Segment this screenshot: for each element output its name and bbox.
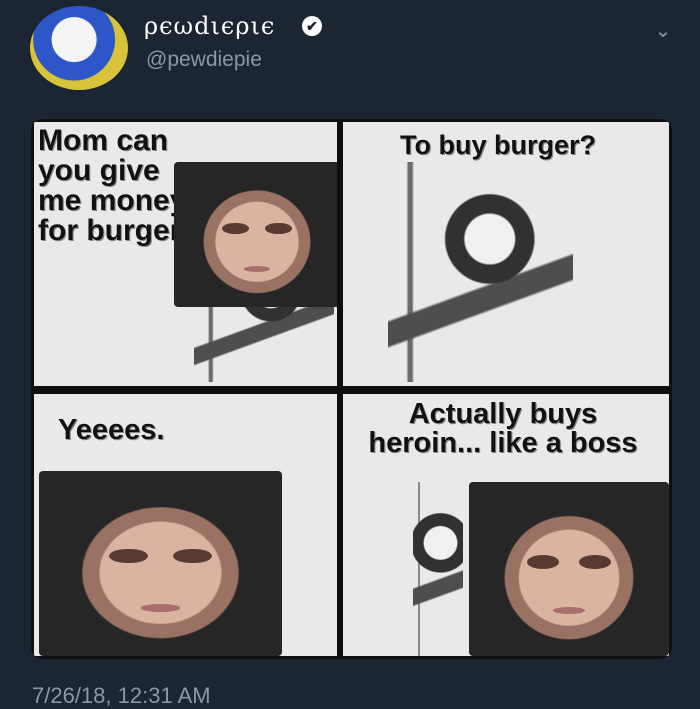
meme-image[interactable]: Mom can you give me money for burger To …: [31, 119, 672, 659]
meme-panel-3: Yeeees.: [34, 394, 337, 656]
sketch-figure: [413, 482, 463, 656]
meme-panel-1: Mom can you give me money for burger: [34, 122, 337, 386]
face-overlay: [174, 162, 337, 307]
handle[interactable]: @pewdiepie: [146, 48, 262, 72]
mouth: [243, 266, 271, 273]
mouth: [553, 607, 585, 615]
face-overlay: [39, 471, 282, 656]
timestamp[interactable]: 7/26/18, 12:31 AM: [32, 683, 211, 709]
tweet-avatar[interactable]: [30, 6, 128, 90]
panel-2-caption: To buy burger?: [400, 130, 596, 160]
panel-3-caption: Yeeees.: [58, 414, 165, 446]
verified-icon: ✔: [302, 16, 322, 36]
meme-panel-2: To buy burger?: [343, 122, 669, 386]
face-overlay: [469, 482, 669, 656]
sketch-figure: [388, 162, 573, 382]
display-name[interactable]: ρєωdιєριє: [144, 12, 275, 40]
mouth: [141, 604, 180, 612]
panel-4-caption: Actually buys heroin... like a boss: [368, 398, 638, 459]
meme-panel-4: Actually buys heroin... like a boss: [343, 394, 669, 656]
chevron-down-icon[interactable]: ⌄: [652, 18, 674, 42]
